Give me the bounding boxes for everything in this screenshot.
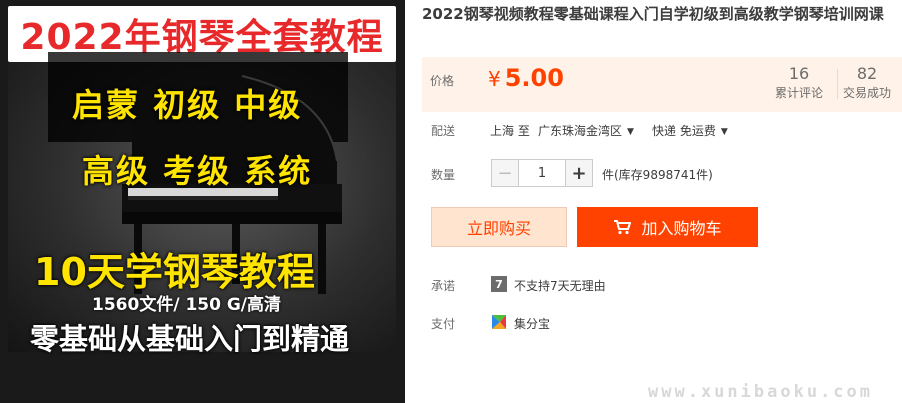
quantity-label: 数量 [431,168,456,182]
sales-count: 82 [856,64,878,83]
image-levels-line-1: 启蒙 初级 中级 [72,86,303,124]
reviews-label: 累计评论 [774,86,823,100]
add-to-cart-button[interactable]: 加入购物车 [577,207,758,247]
price-value: ¥5.00 [488,64,564,92]
promise-text[interactable]: 不支持7天无理由 [514,277,606,294]
image-levels-line-2: 高级 考级 系统 [82,152,313,190]
shipping-destination-text: 广东珠海金湾区 [538,124,623,138]
add-to-cart-label: 加入购物车 [641,219,722,238]
price-label: 价格 [430,74,455,88]
image-bottom-line: 零基础从基础入门到精通 [30,322,350,356]
shipping-origin: 上海 至 [490,124,530,138]
shipping-method-select[interactable]: 快递 免运费 ▼ [652,122,728,139]
image-subline: 1560文件/ 150 G/高清 [92,295,282,315]
stock-text: 件(库存9898741件) [602,168,713,182]
product-title: 2022钢琴视频教程零基础课程入门自学初级到高级教学钢琴培训网课 [422,5,884,23]
payment-method[interactable]: 集分宝 [514,315,550,332]
shipping-label: 配送 [431,124,456,138]
chevron-down-icon: ▼ [720,127,728,137]
reviews-count: 16 [788,64,810,83]
seven-day-badge-icon: 7 [491,276,507,292]
chevron-down-icon: ▼ [627,127,634,137]
price-currency: ¥ [488,67,501,91]
price-amount: 5.00 [504,64,564,92]
price-panel: 价格 ¥5.00 16 累计评论 82 交易成功 [422,57,902,112]
shipping-method-text: 快递 免运费 [652,124,716,138]
jifenbao-icon [492,315,506,329]
buy-now-button[interactable]: 立即购买 [431,207,567,247]
sales-stat: 82 交易成功 [832,64,902,102]
promise-label: 承诺 [431,279,456,293]
payment-label: 支付 [431,317,456,331]
cart-icon [613,219,632,235]
image-headline: 10天学钢琴教程 [34,250,315,294]
sales-label: 交易成功 [842,86,891,100]
quantity-stepper: − + [491,159,593,187]
quantity-decrease-button[interactable]: − [491,159,519,187]
watermark: www.xunibaoku.com [648,382,873,402]
quantity-increase-button[interactable]: + [565,159,593,187]
quantity-input[interactable] [519,159,565,187]
reviews-stat[interactable]: 16 累计评论 [764,64,834,102]
shipping-destination-select[interactable]: 广东珠海金湾区 ▼ [538,122,634,139]
product-image: 2022年钢琴全套教程 启蒙 初级 中级 高级 考级 系统 10天学钢琴教程 1… [0,0,405,403]
